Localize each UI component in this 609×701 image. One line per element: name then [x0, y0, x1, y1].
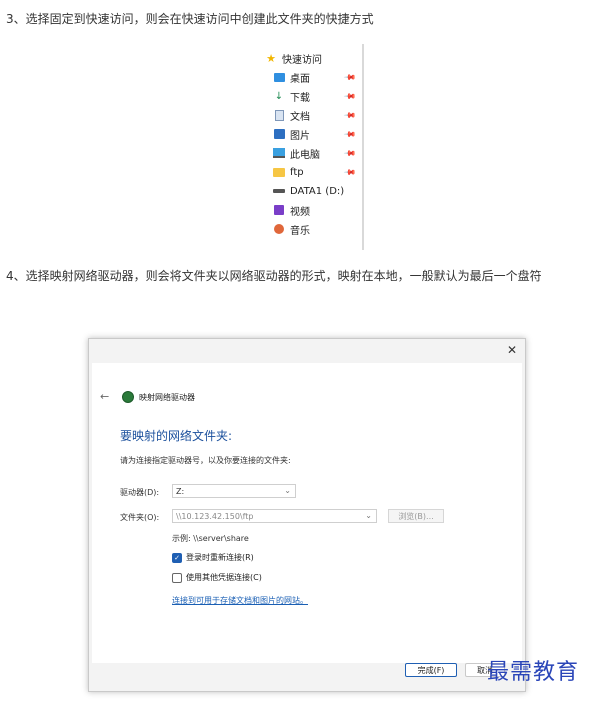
quick-access-item-music[interactable]: 音乐 — [273, 220, 361, 238]
item-label: 视频 — [290, 206, 310, 218]
quick-access-pane: ★ 快速访问 桌面 📌 ↓ 下载 📌 文档 📌 图片 📌 此电脑 📌 ftp 📌… — [265, 44, 365, 250]
dialog-subheading: 请为连接指定驱动器号，以及你要连接的文件夹: — [120, 456, 291, 465]
drive-select[interactable]: Z: ⌄ — [172, 484, 296, 498]
picture-icon — [273, 128, 285, 140]
pin-icon[interactable]: 📌 — [343, 146, 356, 159]
quick-access-item-pictures[interactable]: 图片 📌 — [273, 125, 361, 143]
pane-divider — [362, 44, 364, 250]
folder-icon — [273, 166, 285, 178]
dialog-heading: 要映射的网络文件夹: — [120, 429, 233, 443]
video-icon — [273, 204, 285, 216]
folder-value: \\10.123.42.150\ftp — [176, 511, 254, 521]
quick-access-item-ftp[interactable]: ftp 📌 — [273, 163, 361, 181]
pin-icon[interactable]: 📌 — [343, 70, 356, 83]
quick-access-item-downloads[interactable]: ↓ 下载 📌 — [273, 87, 361, 105]
item-label: 此电脑 — [290, 149, 320, 161]
quick-access-item-data1[interactable]: DATA1 (D:) — [273, 182, 361, 200]
other-credentials-checkbox[interactable]: 使用其他凭据连接(C) — [172, 572, 262, 583]
music-icon — [273, 223, 285, 235]
network-drive-icon — [122, 391, 134, 403]
connect-website-link[interactable]: 连接到可用于存储文档和图片的网站。 — [172, 595, 308, 606]
quick-access-label: 快速访问 — [282, 54, 322, 66]
pin-icon[interactable]: 📌 — [343, 108, 356, 121]
item-label: 桌面 — [290, 73, 310, 85]
folder-input[interactable]: \\10.123.42.150\ftp ⌄ — [172, 509, 377, 523]
map-network-drive-dialog: ✕ ← 映射网络驱动器 要映射的网络文件夹: 请为连接指定驱动器号，以及你要连接… — [88, 338, 526, 692]
reconnect-label: 登录时重新连接(R) — [186, 553, 254, 562]
dialog-content: ← 映射网络驱动器 要映射的网络文件夹: 请为连接指定驱动器号，以及你要连接的文… — [92, 363, 522, 663]
item-label: ftp — [290, 166, 304, 178]
chevron-down-icon: ⌄ — [284, 486, 291, 495]
download-icon: ↓ — [274, 90, 284, 102]
checkbox-unchecked-icon — [172, 572, 182, 583]
computer-icon — [273, 147, 285, 159]
watermark-logo: 最需教育 — [487, 660, 580, 685]
other-credentials-label: 使用其他凭据连接(C) — [186, 573, 262, 582]
item-label: DATA1 (D:) — [290, 185, 345, 197]
quick-access-item-this-pc[interactable]: 此电脑 📌 — [273, 144, 361, 162]
quick-access-item-documents[interactable]: 文档 📌 — [273, 106, 361, 124]
desktop-icon — [273, 71, 285, 83]
drive-label: 驱动器(D): — [120, 488, 160, 497]
step-3-text: 3、选择固定到快速访问，则会在快速访问中创建此文件夹的快捷方式 — [6, 12, 374, 26]
item-label: 音乐 — [290, 225, 310, 237]
quick-access-header[interactable]: ★ 快速访问 — [265, 49, 361, 67]
drive-icon — [273, 185, 285, 197]
star-icon: ★ — [266, 51, 276, 65]
quick-access-item-desktop[interactable]: 桌面 📌 — [273, 68, 361, 86]
example-text: 示例: \\server\share — [172, 534, 249, 543]
pin-icon[interactable]: 📌 — [343, 127, 356, 140]
item-label: 图片 — [290, 130, 310, 142]
drive-value: Z: — [176, 486, 185, 496]
dialog-title-text: 映射网络驱动器 — [139, 392, 195, 402]
item-label: 文档 — [290, 111, 310, 123]
back-arrow-icon[interactable]: ← — [100, 390, 109, 403]
pin-icon[interactable]: 📌 — [343, 89, 356, 102]
reconnect-checkbox[interactable]: ✓ 登录时重新连接(R) — [172, 552, 254, 563]
checkbox-checked-icon: ✓ — [172, 552, 182, 563]
item-label: 下载 — [290, 92, 310, 104]
folder-label: 文件夹(O): — [120, 513, 160, 522]
document-icon — [273, 109, 285, 121]
quick-access-item-videos[interactable]: 视频 — [273, 201, 361, 219]
pin-icon[interactable]: 📌 — [343, 165, 356, 178]
browse-button[interactable]: 浏览(B)... — [388, 509, 444, 523]
step-4-text: 4、选择映射网络驱动器，则会将文件夹以网络驱动器的形式，映射在本地，一般默认为最… — [6, 269, 542, 283]
dialog-title: 映射网络驱动器 — [122, 391, 195, 403]
finish-button[interactable]: 完成(F) — [405, 663, 457, 677]
close-icon[interactable]: ✕ — [507, 343, 517, 357]
chevron-down-icon: ⌄ — [365, 511, 372, 520]
